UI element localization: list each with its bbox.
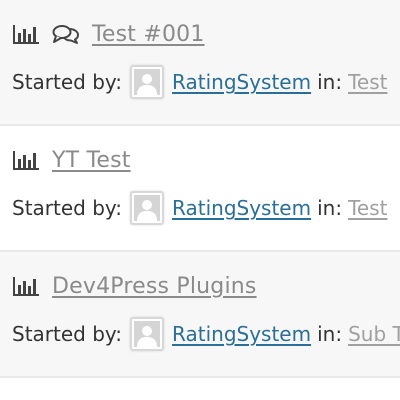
topic-title-link[interactable]: YT Test: [52, 148, 131, 173]
author-link[interactable]: RatingSystem: [172, 322, 311, 346]
topic-meta: Started by: RatingSystem in: Test: [12, 190, 387, 226]
topic-title-row: Test #001: [12, 20, 205, 48]
forum-link[interactable]: Test: [348, 196, 387, 220]
started-by-label: Started by:: [12, 196, 123, 220]
topic-row: Dev4Press Plugins Started by: RatingSyst…: [0, 252, 400, 378]
in-label: in:: [317, 196, 343, 220]
avatar[interactable]: [130, 191, 165, 225]
avatar[interactable]: [130, 317, 165, 351]
author-link[interactable]: RatingSystem: [172, 70, 311, 94]
started-by-label: Started by:: [12, 322, 123, 346]
bar-chart-icon: [12, 23, 40, 45]
topic-list: Test #001 Started by: RatingSystem in: T…: [0, 0, 400, 378]
started-by-label: Started by:: [12, 70, 123, 94]
topic-title-link[interactable]: Test #001: [92, 22, 205, 47]
topic-title-link[interactable]: Dev4Press Plugins: [52, 274, 257, 299]
topic-meta: Started by: RatingSystem in: Sub T: [12, 316, 400, 352]
avatar[interactable]: [130, 65, 165, 99]
forum-link[interactable]: Sub T: [348, 322, 400, 346]
bar-chart-icon: [12, 149, 40, 171]
topic-title-row: YT Test: [12, 146, 131, 174]
author-link[interactable]: RatingSystem: [172, 196, 311, 220]
in-label: in:: [317, 70, 343, 94]
topic-title-row: Dev4Press Plugins: [12, 272, 257, 300]
topic-meta: Started by: RatingSystem in: Test: [12, 64, 387, 100]
forum-link[interactable]: Test: [348, 70, 387, 94]
bar-chart-icon: [12, 275, 40, 297]
chat-bubbles-icon: [52, 23, 80, 45]
topic-row: YT Test Started by: RatingSystem in: Tes…: [0, 126, 400, 252]
in-label: in:: [317, 322, 343, 346]
topic-row: Test #001 Started by: RatingSystem in: T…: [0, 0, 400, 126]
